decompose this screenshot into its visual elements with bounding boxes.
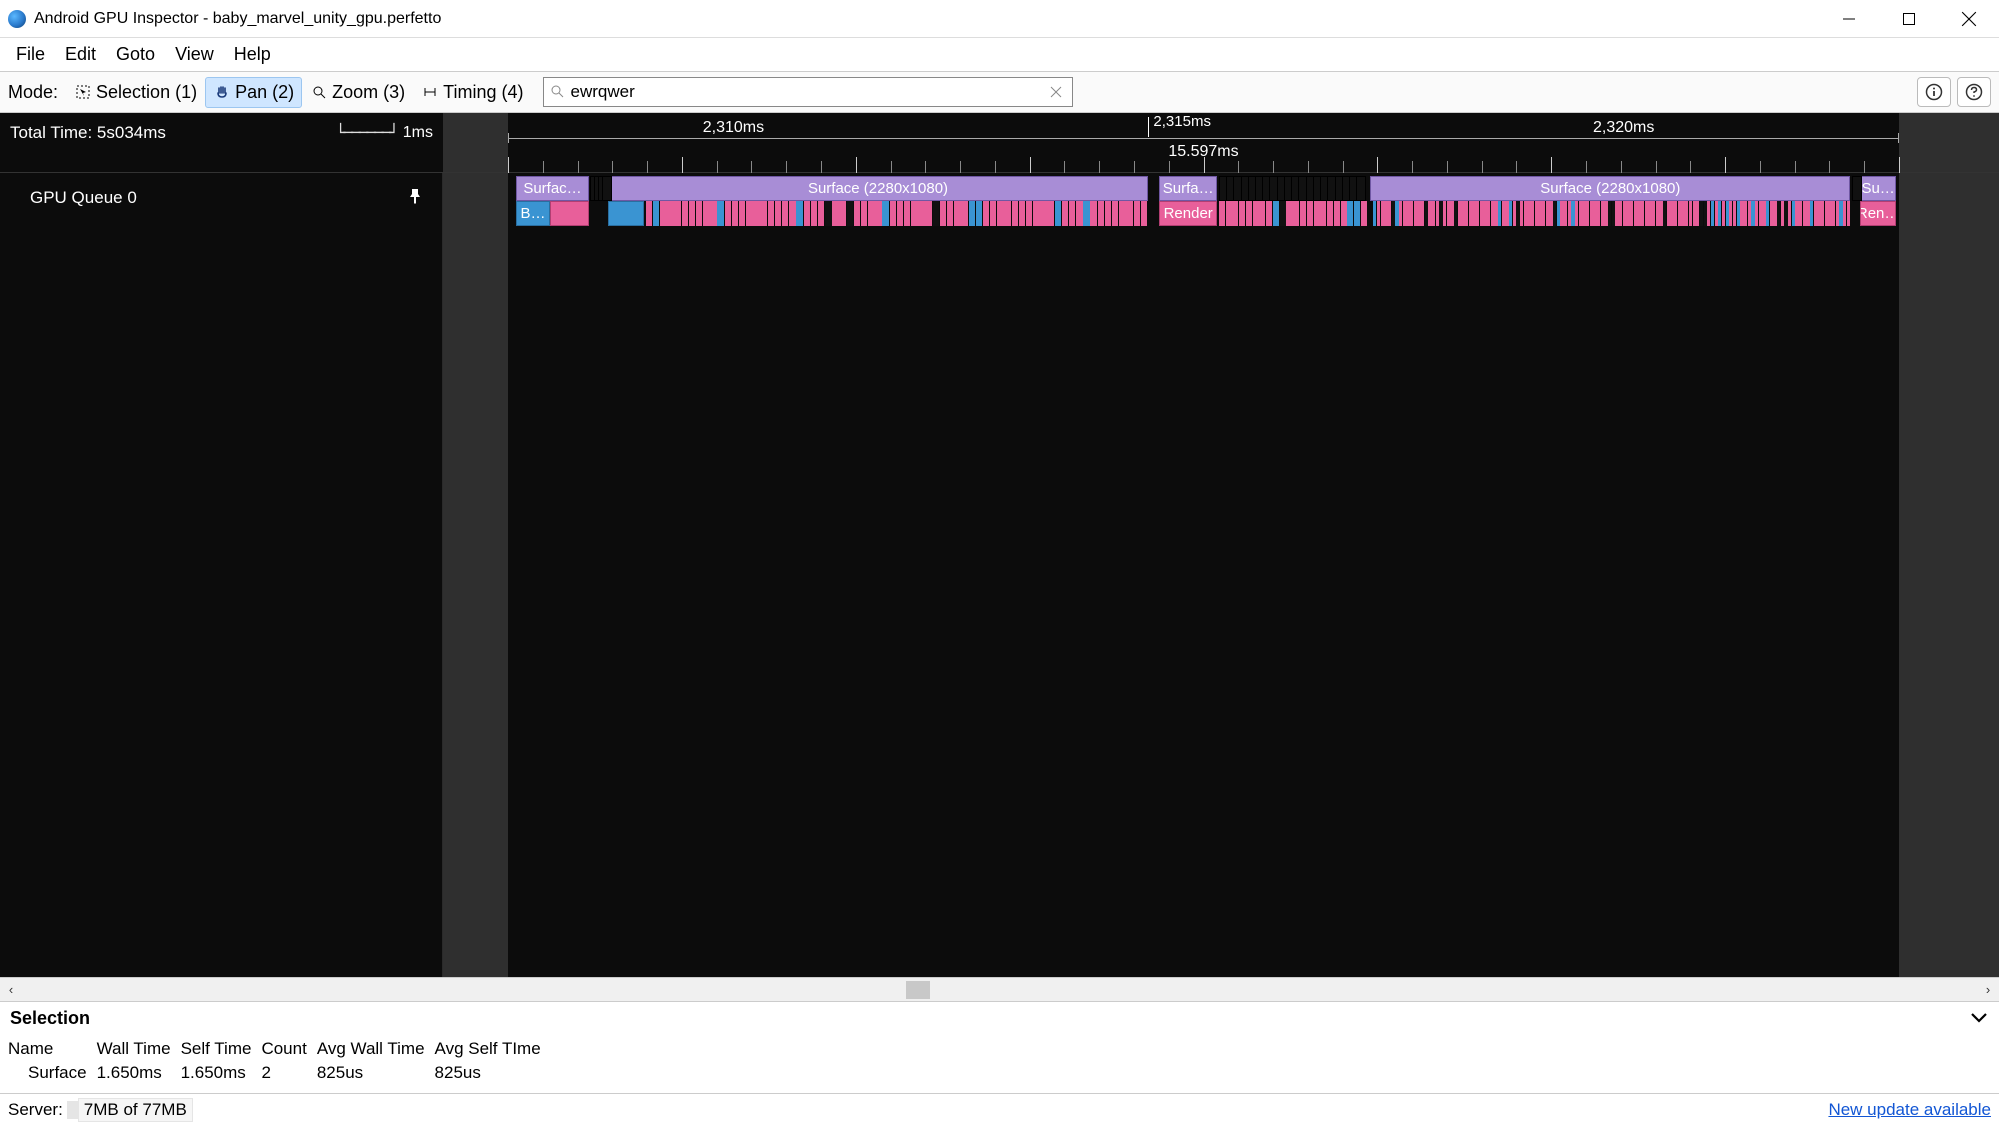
mode-pan-label: Pan (2) [235, 82, 294, 103]
menu-goto[interactable]: Goto [106, 40, 165, 69]
app-icon [8, 10, 26, 28]
info-button[interactable] [1917, 77, 1951, 107]
update-link[interactable]: New update available [1828, 1100, 1991, 1120]
profile-header-left: Total Time: 5s034ms └──────┘ 1ms [0, 113, 443, 172]
mode-zoom-label: Zoom (3) [332, 82, 405, 103]
window-controls [1819, 0, 1999, 38]
cell-name: Surface [8, 1061, 97, 1085]
track-label: GPU Queue 0 [30, 188, 137, 208]
menu-edit[interactable]: Edit [55, 40, 106, 69]
mode-zoom-button[interactable]: Zoom (3) [302, 77, 413, 108]
timeline-ruler[interactable]: 2,310ms 2,315ms 2,320ms 15.597ms [508, 113, 1899, 172]
timing-icon [421, 85, 439, 99]
col-name[interactable]: Name [8, 1037, 97, 1061]
search-field[interactable] [543, 77, 1073, 107]
scale-bracket-icon: └──────┘ [336, 123, 397, 142]
slice-render[interactable]: Ren… [1860, 201, 1896, 226]
ruler-marker-label: 2,315ms [1153, 113, 1211, 130]
selection-table: Name Wall Time Self Time Count Avg Wall … [0, 1035, 1999, 1093]
scroll-left-arrow[interactable]: ‹ [0, 982, 22, 997]
profile-header: Total Time: 5s034ms └──────┘ 1ms 2,310ms… [0, 113, 1999, 173]
search-icon [550, 82, 566, 103]
scale-value: 1ms [403, 124, 433, 142]
menu-file[interactable]: File [6, 40, 55, 69]
selection-header[interactable]: Selection [0, 1002, 1999, 1035]
menu-help[interactable]: Help [224, 40, 281, 69]
ruler-marker [1148, 117, 1149, 137]
title-bar: Android GPU Inspector - baby_marvel_unit… [0, 0, 1999, 38]
col-avg-wall[interactable]: Avg Wall Time [317, 1037, 435, 1061]
col-self-time[interactable]: Self Time [181, 1037, 262, 1061]
track-area[interactable]: Surfac… Surface (2280x1080) Surfa… Surfa… [508, 173, 1899, 977]
profile-body: GPU Queue 0 Surfac… Surface (2280x1080) … [0, 173, 1999, 977]
menu-view[interactable]: View [165, 40, 224, 69]
track-labels-column: GPU Queue 0 [0, 173, 443, 977]
slice-render[interactable]: Render [1159, 201, 1217, 226]
mode-selection-button[interactable]: Selection (1) [66, 77, 205, 108]
mode-selection-label: Selection (1) [96, 82, 197, 103]
slice-child[interactable]: B… [516, 201, 549, 226]
track-row-gaps [508, 176, 1899, 201]
chevron-down-icon[interactable] [1969, 1008, 1989, 1029]
timeline-header[interactable]: 2,310ms 2,315ms 2,320ms 15.597ms [443, 113, 1999, 172]
memory-text: 7MB of 77MB [78, 1098, 193, 1122]
timeline-left-gutter [443, 113, 508, 172]
server-label: Server: [8, 1100, 63, 1120]
track-left-gutter [443, 173, 508, 977]
selection-icon [74, 85, 92, 99]
search-input[interactable] [570, 82, 1050, 102]
timeline-right-gutter [1899, 113, 1999, 172]
pan-icon [213, 85, 231, 99]
mode-pan-button[interactable]: Pan (2) [205, 77, 302, 108]
scroll-thumb[interactable] [906, 981, 930, 999]
clear-search-icon[interactable] [1050, 82, 1066, 103]
table-row[interactable]: Surface 1.650ms 1.650ms 2 825us 825us [8, 1061, 551, 1085]
slice-child[interactable] [550, 201, 589, 226]
time-scale: └──────┘ 1ms [336, 123, 433, 142]
help-button[interactable] [1957, 77, 1991, 107]
cell-wall: 1.650ms [97, 1061, 181, 1085]
ruler-label-0: 2,310ms [703, 119, 764, 137]
scroll-right-arrow[interactable]: › [1977, 982, 1999, 997]
ruler-range-cap-right [1898, 133, 1899, 143]
track-label-row[interactable]: GPU Queue 0 [0, 173, 442, 223]
slice-child[interactable] [608, 201, 644, 226]
track-right-gutter [1899, 173, 1999, 977]
zoom-icon [310, 85, 328, 99]
profile-area: Total Time: 5s034ms └──────┘ 1ms 2,310ms… [0, 113, 1999, 977]
toolbar: Mode: Selection (1) Pan (2) Zoom (3) Tim… [0, 71, 1999, 113]
mode-label: Mode: [8, 82, 58, 103]
pin-icon[interactable] [408, 188, 422, 209]
minimize-button[interactable] [1819, 0, 1879, 38]
selection-heading: Selection [10, 1008, 90, 1029]
col-count[interactable]: Count [261, 1037, 316, 1061]
maximize-button[interactable] [1879, 0, 1939, 38]
ruler-ticks [508, 161, 1899, 173]
mode-timing-label: Timing (4) [443, 82, 523, 103]
cell-avg-self: 825us [435, 1061, 551, 1085]
cell-avg-wall: 825us [317, 1061, 435, 1085]
close-button[interactable] [1939, 0, 1999, 38]
total-time-label: Total Time: 5s034ms [10, 123, 166, 143]
ruler-label-2: 2,320ms [1593, 119, 1654, 137]
cell-count: 2 [261, 1061, 316, 1085]
window-title: Android GPU Inspector - baby_marvel_unit… [34, 10, 1819, 28]
track-canvas[interactable]: Surfac… Surface (2280x1080) Surfa… Surfa… [443, 173, 1999, 977]
scroll-track[interactable] [22, 978, 1977, 1001]
ruler-range-line [508, 138, 1899, 139]
mode-timing-button[interactable]: Timing (4) [413, 77, 531, 108]
horizontal-scrollbar[interactable]: ‹ › [0, 977, 1999, 1001]
cell-self: 1.650ms [181, 1061, 262, 1085]
menu-bar: File Edit Goto View Help [0, 38, 1999, 71]
track-row-children: B… Render Ren… [508, 201, 1899, 226]
col-wall-time[interactable]: Wall Time [97, 1037, 181, 1061]
selection-panel: Selection Name Wall Time Self Time Count… [0, 1001, 1999, 1093]
status-bar: Server: 7MB of 77MB New update available [0, 1093, 1999, 1125]
ruler-range-cap-left [508, 133, 509, 143]
col-avg-self[interactable]: Avg Self TIme [435, 1037, 551, 1061]
